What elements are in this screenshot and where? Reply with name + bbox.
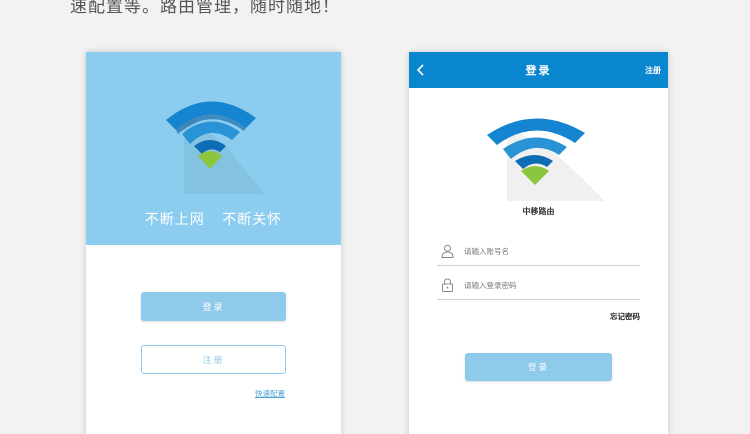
slogan: 不断上网 不断关怀	[86, 209, 341, 229]
password-field	[437, 272, 640, 300]
register-link[interactable]: 注册	[645, 65, 661, 76]
wifi-logo-icon	[487, 118, 605, 201]
wifi-logo-icon	[166, 101, 264, 194]
login-submit-button[interactable]: 登录	[465, 353, 612, 381]
login-button[interactable]: 登录	[141, 292, 286, 321]
quick-config-link[interactable]: 快速配置	[255, 388, 285, 399]
register-button[interactable]: 注册	[141, 345, 286, 374]
forgot-password-link[interactable]: 忘记密码	[610, 311, 640, 322]
title-bar: 登录 注册	[409, 52, 668, 88]
page-title: 登录	[525, 64, 552, 77]
username-field	[437, 238, 640, 266]
slogan-part-2: 不断关怀	[222, 212, 283, 228]
hero-banner: 不断上网 不断关怀	[86, 52, 341, 245]
brand-name: 中移路由	[522, 207, 555, 216]
lock-icon	[442, 278, 453, 292]
username-input[interactable]	[464, 243, 634, 259]
login-screen: 登录 注册 中移路由 忘记密码 登录	[409, 52, 668, 434]
password-input[interactable]	[464, 277, 634, 293]
slogan-part-1: 不断上网	[144, 212, 205, 228]
welcome-screen: 不断上网 不断关怀 登录 注册 快速配置	[86, 52, 341, 434]
user-icon	[441, 244, 454, 258]
page-caption: 速配置等。路由管理，随时随地！	[70, 0, 340, 17]
